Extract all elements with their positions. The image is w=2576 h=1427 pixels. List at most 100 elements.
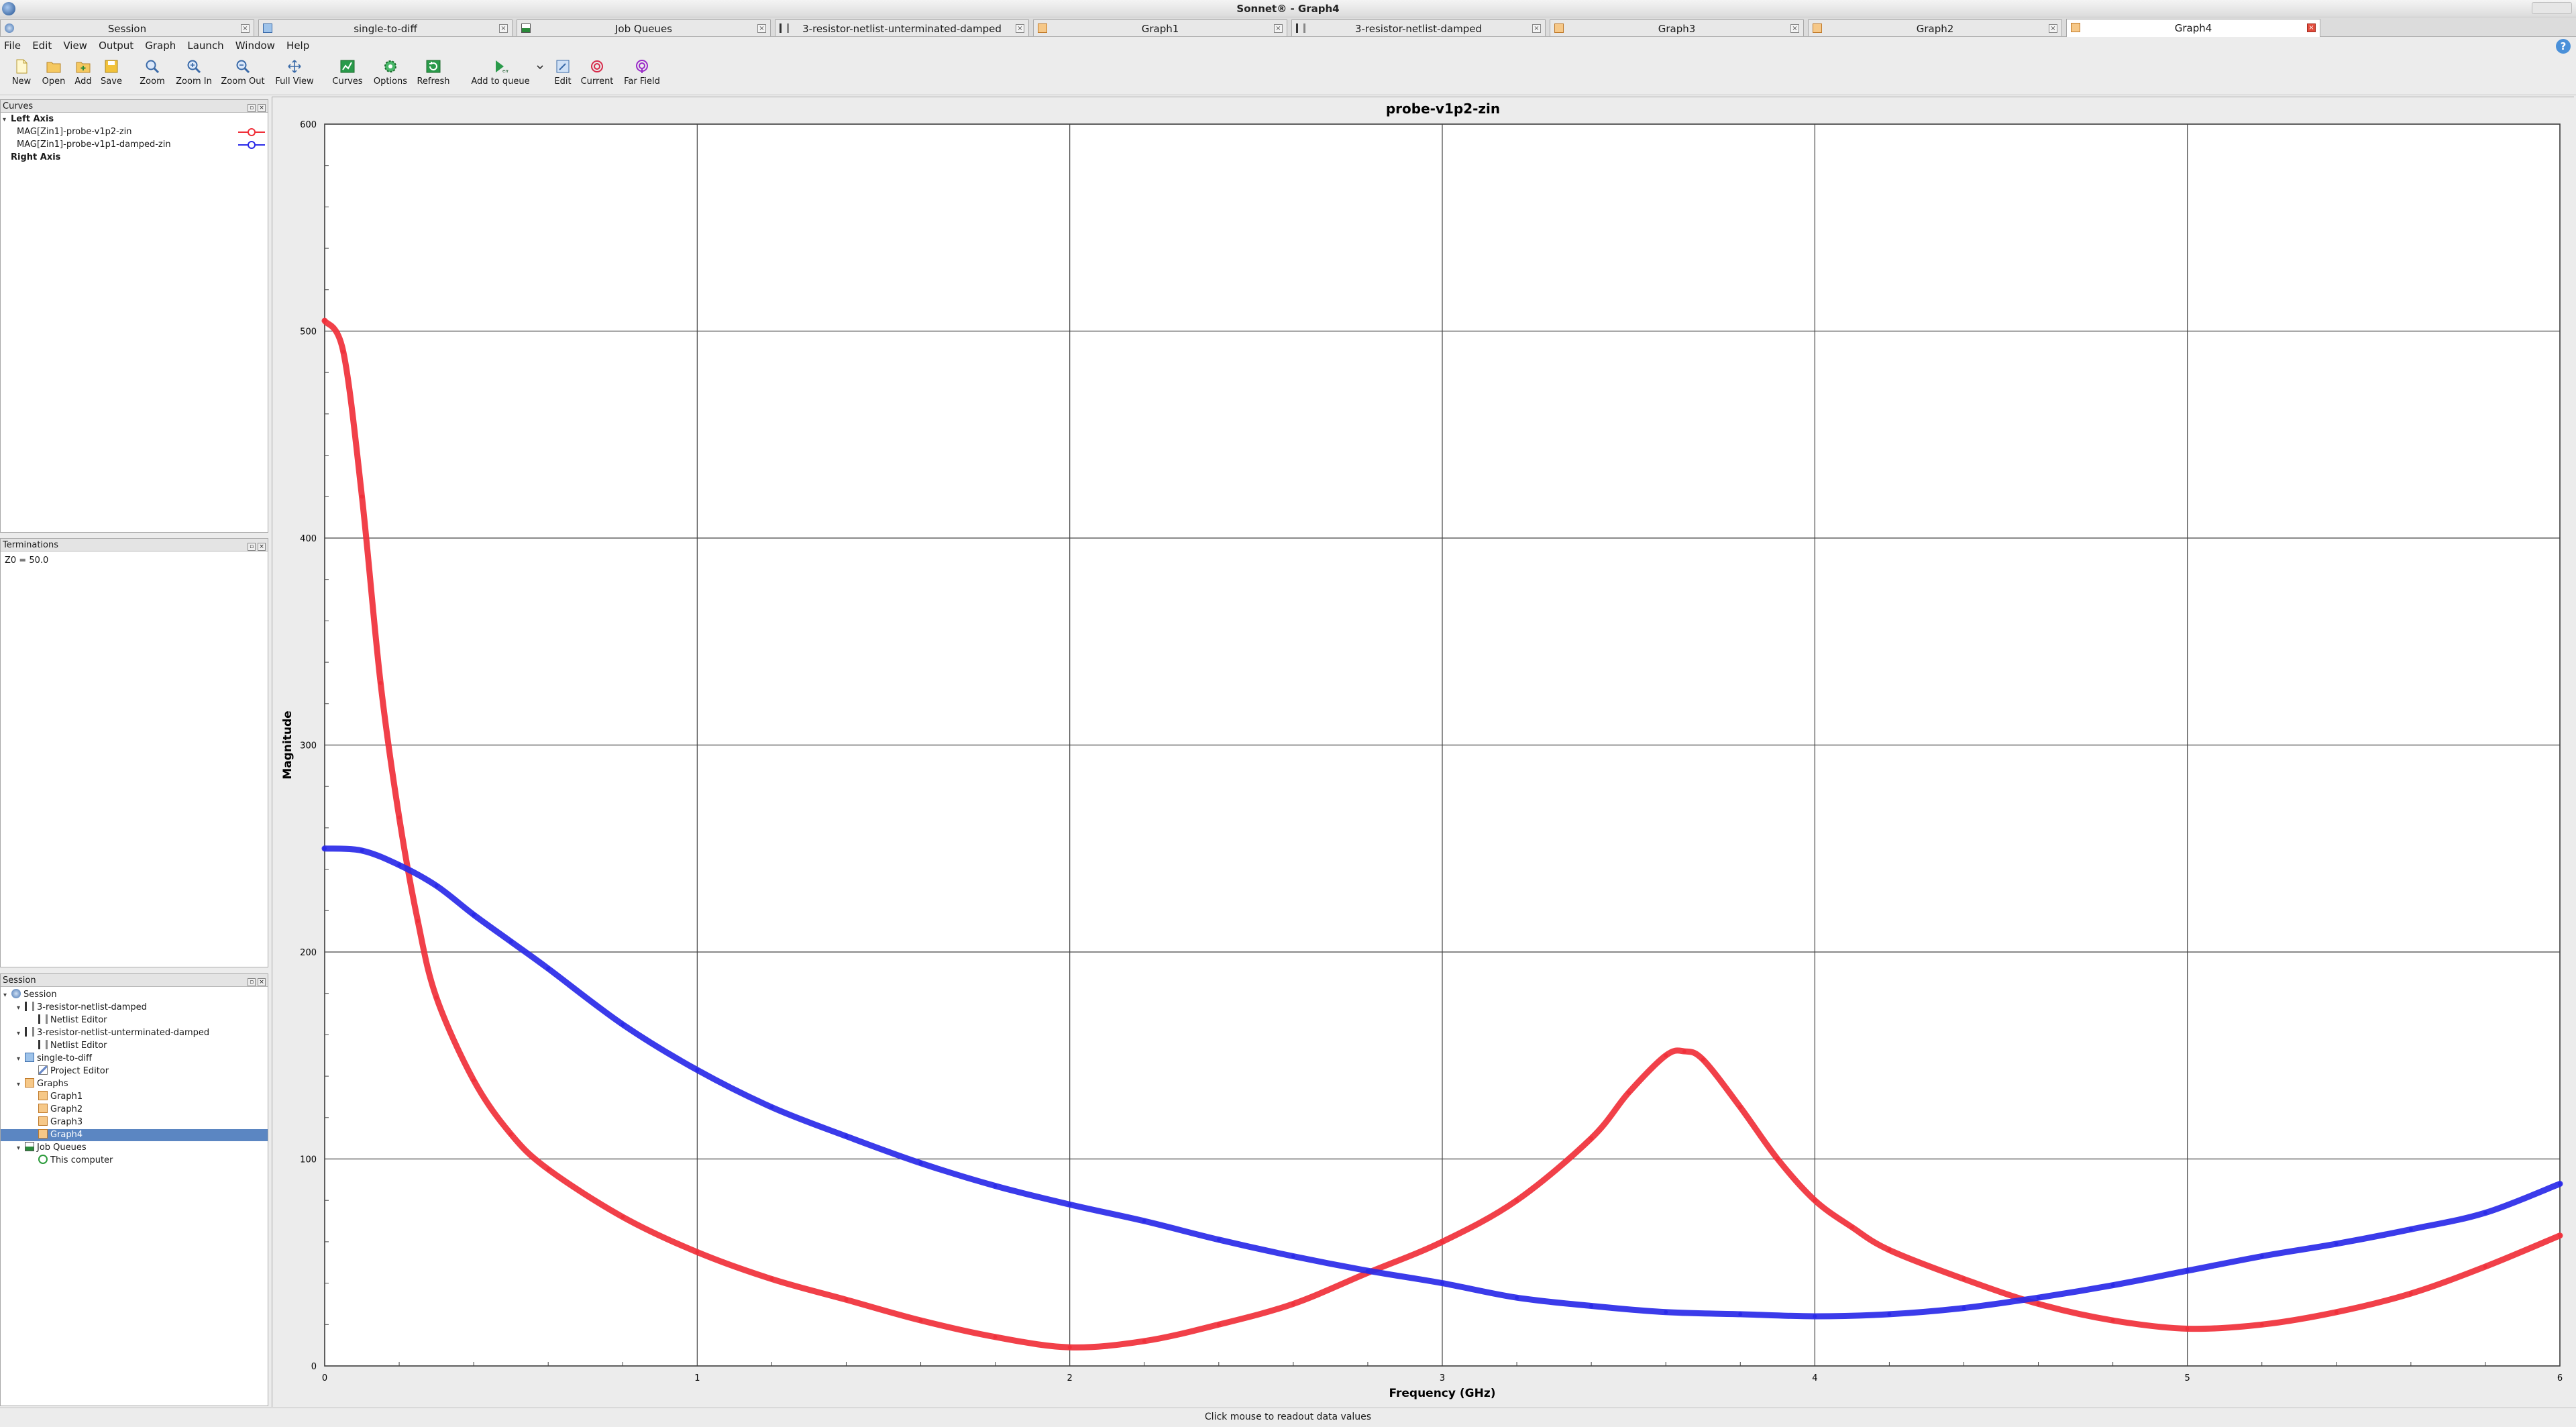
data-point[interactable] [1291,1302,1295,1306]
data-point[interactable] [1216,1237,1221,1242]
save-button[interactable]: Save [99,59,123,93]
data-point[interactable] [1515,1198,1519,1203]
close-icon[interactable]: × [241,24,250,33]
data-point[interactable] [2558,1181,2562,1186]
tab-single-to-diff[interactable]: single-to-diff × [258,19,513,36]
data-point[interactable] [1962,1306,1966,1310]
add-button[interactable]: Add [72,59,94,93]
data-point[interactable] [323,846,327,851]
data-point[interactable] [1291,1254,1295,1259]
data-point[interactable] [1440,1281,1444,1285]
caret-down-icon[interactable]: ▾ [17,1143,25,1155]
data-point[interactable] [415,918,420,923]
close-icon[interactable]: × [757,24,766,33]
menu-output[interactable]: Output [95,38,138,52]
data-point[interactable] [621,1214,625,1219]
data-point[interactable] [1813,1198,1817,1203]
queue-dropdown-button[interactable] [534,59,546,93]
caret-down-icon[interactable]: ▾ [3,990,11,1002]
data-point[interactable] [397,863,402,867]
data-point[interactable] [546,966,551,971]
panel-float-icon[interactable]: ▫ [248,978,256,986]
data-point[interactable] [2185,1326,2190,1331]
full-view-button[interactable]: Full View [274,59,315,93]
menu-graph[interactable]: Graph [141,38,180,52]
session-tree-item[interactable]: ▾ Graphs [17,1078,68,1090]
data-point[interactable] [1887,1312,1892,1316]
data-point[interactable] [2110,1318,2115,1323]
menu-edit[interactable]: Edit [28,38,56,52]
options-button[interactable]: Options [372,59,409,93]
new-button[interactable]: New [9,59,34,93]
session-tree-item[interactable]: ▾ 3-resistor-netlist-damped [17,1002,147,1014]
help-icon[interactable]: ? [2556,39,2571,54]
data-point[interactable] [1440,1239,1444,1244]
session-tree-item[interactable]: Project Editor [30,1065,109,1077]
session-tree-item[interactable]: ▾ Session [3,989,57,1001]
data-point[interactable] [1664,1310,1668,1314]
close-icon[interactable]: × [1016,24,1024,33]
data-point[interactable] [2259,1322,2264,1327]
zoom-out-button[interactable]: Zoom Out [220,59,266,93]
data-point[interactable] [1887,1248,1892,1253]
tab-session[interactable]: Session × [0,19,254,36]
panel-close-icon[interactable]: × [258,543,266,551]
data-point[interactable] [1142,1219,1146,1224]
menu-help[interactable]: Help [282,38,313,52]
session-tree-item[interactable]: Netlist Editor [30,1040,107,1052]
data-point[interactable] [1682,1049,1686,1054]
data-point[interactable] [621,1022,625,1026]
data-point[interactable] [2110,1283,2115,1287]
data-point[interactable] [918,1318,923,1323]
tab-graph4[interactable]: Graph4 × [2066,19,2320,37]
data-point[interactable] [1589,1304,1594,1308]
far-field-button[interactable]: Far Field [621,59,663,93]
caret-down-icon[interactable]: ▾ [3,114,11,126]
session-tree-item[interactable]: ▾ single-to-diff [17,1053,92,1065]
data-point[interactable] [360,848,364,853]
data-point[interactable] [472,1078,476,1083]
data-point[interactable] [1216,1322,1221,1327]
panel-float-icon[interactable]: ▫ [248,104,256,112]
caret-down-icon[interactable]: ▾ [17,1002,25,1014]
caret-down-icon[interactable]: ▾ [17,1028,25,1040]
data-point[interactable] [546,1167,551,1171]
data-point[interactable] [341,350,345,354]
data-point[interactable] [1849,1225,1854,1230]
tab-job-queues[interactable]: Job Queues × [517,19,771,36]
graph-canvas[interactable]: probe-v1p2-zin 0 1 2 3 4 5 6 0 100 200 300 400 500 60… [272,97,2575,1408]
menu-view[interactable]: View [59,38,91,52]
data-point[interactable] [1142,1338,1146,1343]
session-tree-item[interactable]: Graph3 [30,1116,83,1128]
curve-item-probe-v1p1-damped-zin[interactable]: MAG[Zin1]-probe-v1p1-damped-zin [17,139,266,151]
menu-window[interactable]: Window [231,38,279,52]
refresh-button[interactable]: Refresh [415,59,452,93]
current-button[interactable]: Current [578,59,616,93]
add-to-queue-button[interactable]: em Add to queue [470,59,531,93]
close-icon[interactable]: × [1532,24,1541,33]
tab-graph1[interactable]: Graph1 × [1033,19,1287,36]
data-point[interactable] [2483,1210,2487,1215]
zoom-in-button[interactable]: Zoom In [174,59,213,93]
data-point[interactable] [508,1132,513,1137]
data-point[interactable] [397,815,402,820]
session-tree-item[interactable]: This computer [30,1155,113,1167]
data-point[interactable] [695,1250,700,1255]
data-point[interactable] [323,319,327,323]
panel-close-icon[interactable]: × [258,104,266,112]
data-point[interactable] [2408,1227,2413,1232]
data-point[interactable] [378,680,383,685]
data-point[interactable] [2185,1269,2190,1273]
data-point[interactable] [1962,1277,1966,1281]
data-point[interactable] [1664,1053,1668,1058]
session-tree-item[interactable]: Graph1 [30,1091,83,1103]
data-point[interactable] [2483,1264,2487,1269]
data-point[interactable] [844,1298,849,1302]
close-icon[interactable]: × [1790,24,1799,33]
session-tree-item[interactable]: Graph4 [1,1129,268,1141]
data-point[interactable] [1626,1090,1631,1095]
close-icon[interactable]: × [2049,24,2057,33]
data-point[interactable] [1738,1105,1743,1110]
data-point[interactable] [1589,1136,1594,1141]
close-icon[interactable]: × [2307,23,2316,32]
